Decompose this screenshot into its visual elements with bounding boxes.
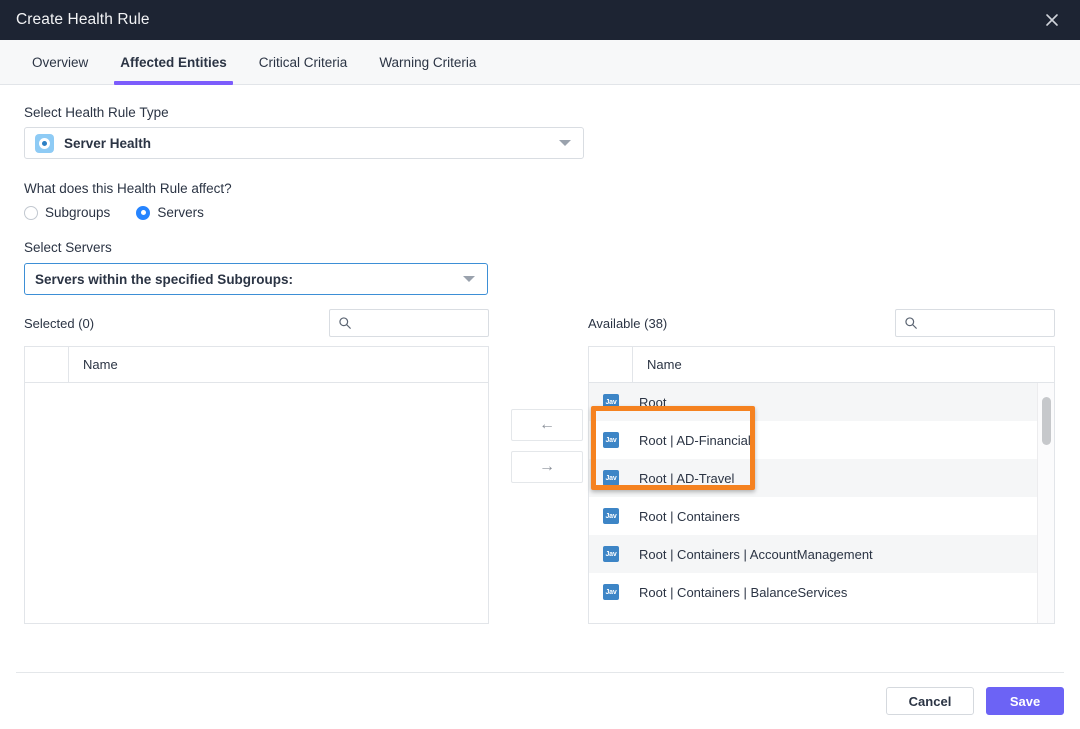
radio-servers[interactable]: Servers bbox=[136, 205, 204, 220]
chevron-down-icon bbox=[559, 140, 571, 146]
row-icon-cell: Jav bbox=[589, 546, 633, 562]
java-icon: Jav bbox=[603, 508, 619, 524]
row-icon-cell: Jav bbox=[589, 508, 633, 524]
selected-search-box[interactable] bbox=[329, 309, 489, 337]
java-icon: Jav bbox=[603, 546, 619, 562]
row-name: Root | AD-Travel bbox=[639, 470, 735, 486]
dialog-footer: Cancel Save bbox=[0, 673, 1080, 729]
tab-overview[interactable]: Overview bbox=[16, 40, 104, 84]
java-icon: Jav bbox=[603, 584, 619, 600]
selected-name-column-header: Name bbox=[83, 357, 118, 372]
available-table-rows: Jav Root Jav Root | AD-Financial Jav Root | A… bbox=[589, 383, 1054, 611]
tab-warning-criteria[interactable]: Warning Criteria bbox=[363, 40, 492, 84]
row-icon-cell: Jav bbox=[589, 584, 633, 600]
chevron-down-icon bbox=[463, 276, 475, 282]
java-icon: Jav bbox=[603, 394, 619, 410]
create-health-rule-dialog: Create Health Rule Overview Affected Ent… bbox=[0, 0, 1080, 729]
tab-bar: Overview Affected Entities Critical Crit… bbox=[0, 40, 1080, 85]
move-left-button[interactable]: ← bbox=[511, 409, 583, 441]
available-table-header: Name bbox=[589, 347, 1054, 383]
select-servers-label: Select Servers bbox=[24, 240, 112, 255]
available-name-column-header: Name bbox=[647, 357, 682, 372]
available-panel-title: Available (38) bbox=[588, 315, 668, 331]
server-scope-select[interactable]: Servers within the specified Subgroups: bbox=[24, 263, 488, 295]
selected-panel: Selected (0) Name bbox=[24, 309, 489, 624]
selected-table: Name bbox=[24, 346, 489, 624]
selected-search-input[interactable] bbox=[358, 316, 478, 330]
radio-subgroups-indicator bbox=[24, 205, 38, 220]
tab-critical-criteria[interactable]: Critical Criteria bbox=[243, 40, 364, 84]
affect-question-label: What does this Health Rule affect? bbox=[24, 181, 232, 196]
row-name: Root | AD-Financial bbox=[639, 432, 751, 448]
row-name: Root bbox=[639, 394, 667, 410]
table-row[interactable]: Jav Root | AD-Financial bbox=[589, 421, 1054, 459]
search-icon bbox=[339, 317, 351, 329]
radio-servers-label: Servers bbox=[157, 205, 204, 220]
table-row[interactable]: Jav Root | Containers | BalanceServices bbox=[589, 573, 1054, 611]
table-row[interactable]: Jav Root bbox=[589, 383, 1054, 421]
health-rule-type-value: Server Health bbox=[64, 135, 152, 151]
available-table: Name Jav Root Jav Root | AD-Financial Jav Roo… bbox=[588, 346, 1055, 624]
radio-subgroups[interactable]: Subgroups bbox=[24, 205, 110, 220]
available-icon-column-header bbox=[589, 347, 633, 382]
radio-subgroups-label: Subgroups bbox=[45, 205, 111, 220]
row-name: Root | Containers | BalanceServices bbox=[639, 584, 848, 600]
row-icon-cell: Jav bbox=[589, 470, 633, 486]
available-scrollbar-thumb[interactable] bbox=[1042, 397, 1051, 445]
selected-icon-column-header bbox=[25, 347, 69, 382]
dialog-body: Select Health Rule Type Server Health Wh… bbox=[0, 85, 1080, 669]
selected-panel-title: Selected (0) bbox=[24, 315, 95, 331]
row-name: Root | Containers bbox=[639, 508, 740, 524]
health-rule-type-select[interactable]: Server Health bbox=[24, 127, 584, 159]
radio-servers-indicator bbox=[136, 205, 151, 220]
search-icon bbox=[905, 317, 917, 329]
table-row[interactable]: Jav Root | Containers bbox=[589, 497, 1054, 535]
table-row[interactable]: Jav Root | AD-Travel bbox=[589, 459, 1054, 497]
server-scope-value: Servers within the specified Subgroups: bbox=[35, 271, 294, 287]
available-scrollbar[interactable] bbox=[1037, 383, 1054, 623]
dialog-titlebar: Create Health Rule bbox=[0, 0, 1080, 40]
java-icon: Jav bbox=[603, 432, 619, 448]
transfer-buttons: ← → bbox=[511, 409, 583, 493]
available-search-input[interactable] bbox=[924, 316, 1044, 330]
selected-table-header: Name bbox=[25, 347, 488, 383]
close-icon[interactable] bbox=[1038, 6, 1066, 34]
available-search-box[interactable] bbox=[895, 309, 1055, 337]
selected-panel-header: Selected (0) bbox=[24, 309, 489, 337]
row-icon-cell: Jav bbox=[589, 394, 633, 410]
available-panel-header: Available (38) bbox=[588, 309, 1055, 337]
server-health-icon bbox=[35, 133, 54, 153]
tab-affected-entities[interactable]: Affected Entities bbox=[104, 40, 243, 85]
table-row[interactable]: Jav Root | Containers | AccountManagement bbox=[589, 535, 1054, 573]
available-panel: Available (38) Name Jav Root Jav Root | … bbox=[588, 309, 1055, 624]
java-icon: Jav bbox=[603, 470, 619, 486]
cancel-button[interactable]: Cancel bbox=[886, 687, 974, 715]
dialog-title: Create Health Rule bbox=[16, 11, 150, 28]
row-name: Root | Containers | AccountManagement bbox=[639, 546, 873, 562]
move-right-button[interactable]: → bbox=[511, 451, 583, 483]
affect-radio-group: Subgroups Servers bbox=[24, 205, 1064, 220]
row-icon-cell: Jav bbox=[589, 432, 633, 448]
save-button[interactable]: Save bbox=[986, 687, 1064, 715]
rule-type-label: Select Health Rule Type bbox=[24, 105, 169, 120]
